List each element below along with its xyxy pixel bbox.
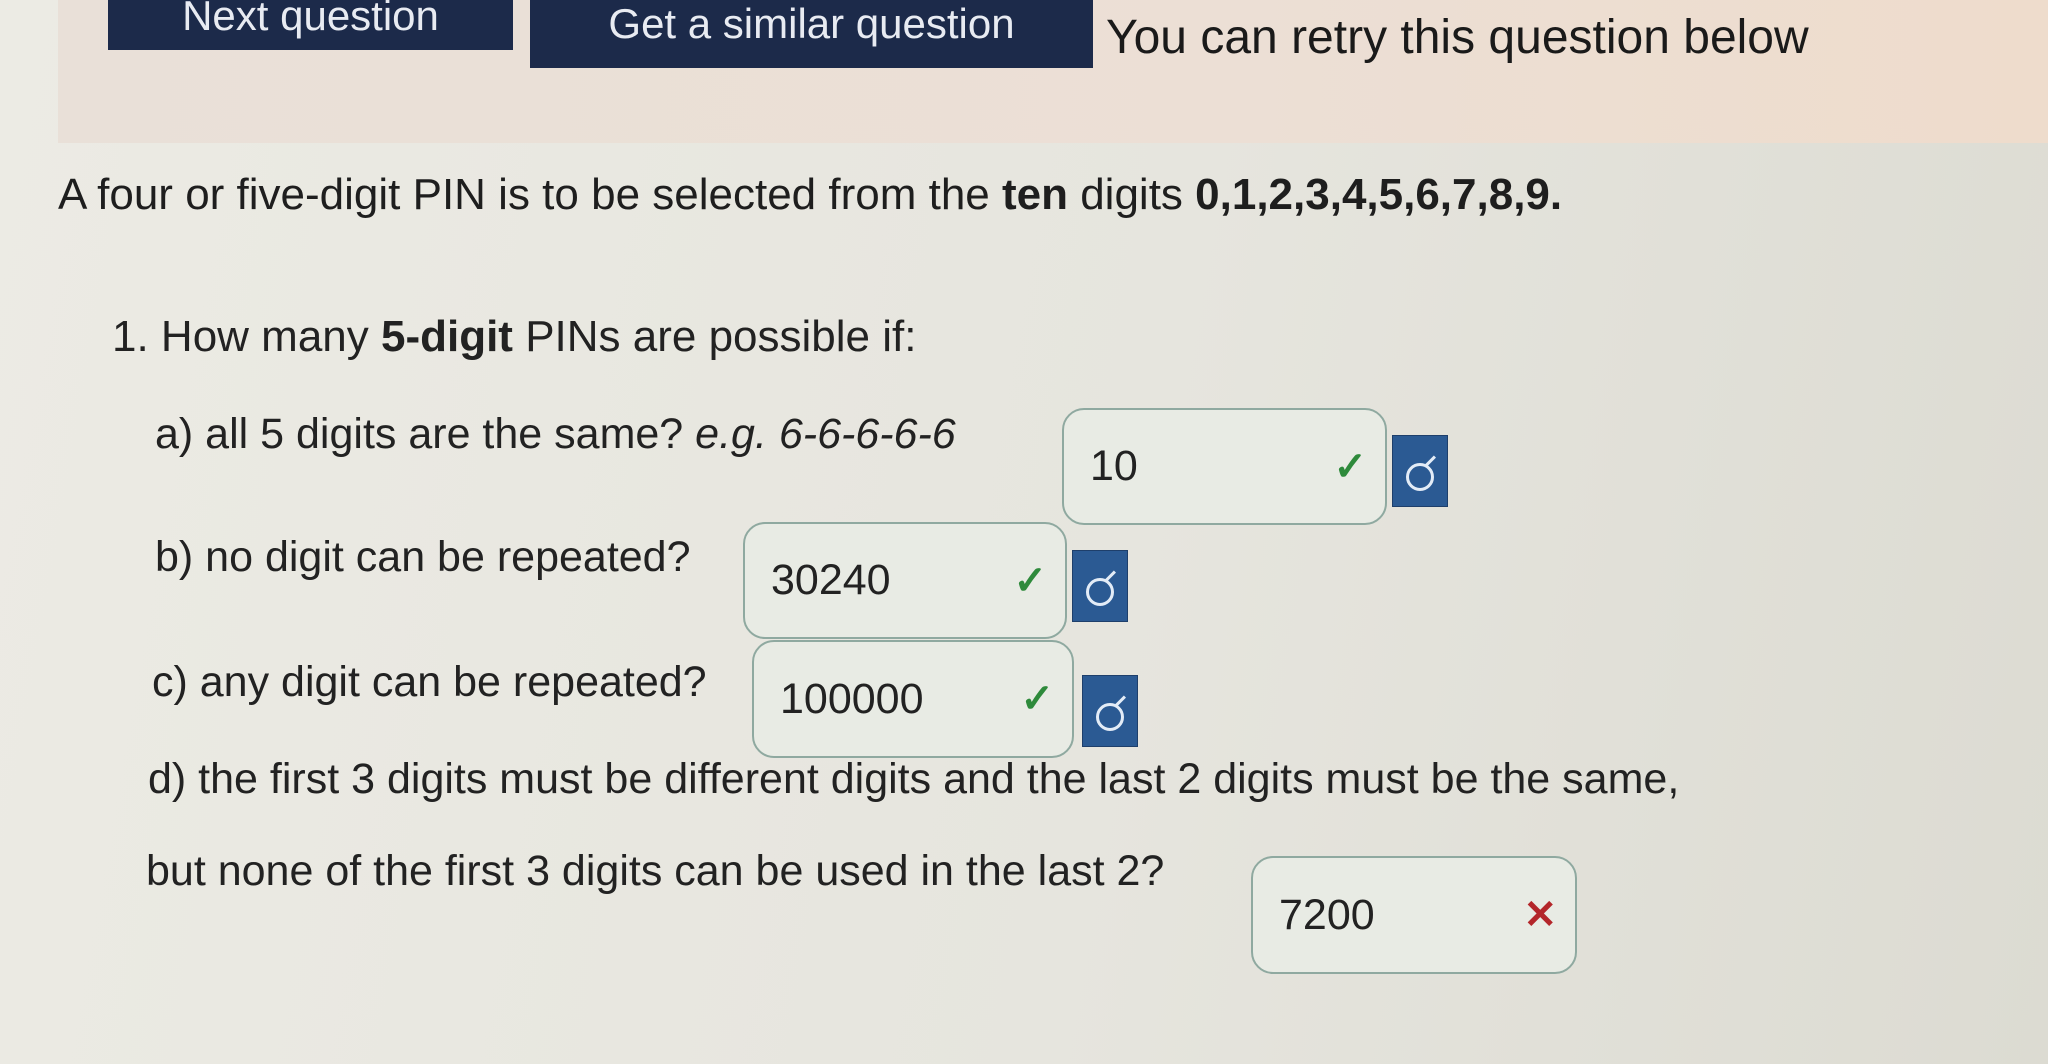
answer-value-b: 30240 bbox=[771, 556, 891, 604]
check-icon: ✓ bbox=[1333, 444, 1367, 489]
part-c-label: c) any digit can be repeated? bbox=[152, 658, 707, 706]
question-stem: A four or five-digit PIN is to be select… bbox=[58, 170, 1562, 220]
answer-input-a[interactable]: 10 ✓ bbox=[1062, 408, 1387, 525]
part-d-label-line1: d) the first 3 digits must be different … bbox=[148, 755, 1680, 803]
retry-note: You can retry this question below bbox=[1106, 11, 1809, 64]
cross-icon: ✕ bbox=[1523, 893, 1557, 937]
answer-value-d: 7200 bbox=[1279, 890, 1375, 939]
key-icon bbox=[1406, 463, 1434, 491]
answer-input-b[interactable]: 30240 ✓ bbox=[743, 522, 1067, 639]
question-heading: 1. How many 5-digit PINs are possible if… bbox=[112, 312, 916, 362]
stem-mid: digits bbox=[1067, 170, 1196, 219]
heading-prefix: 1. How many bbox=[112, 312, 381, 361]
answer-value-a: 10 bbox=[1090, 442, 1138, 490]
part-d-label-line2: but none of the first 3 digits can be us… bbox=[146, 847, 1165, 895]
key-icon bbox=[1086, 578, 1114, 606]
key-button-b[interactable] bbox=[1072, 550, 1128, 622]
heading-bold: 5-digit bbox=[380, 312, 513, 361]
key-icon bbox=[1096, 703, 1124, 731]
part-a-text: a) all 5 digits are the same? bbox=[155, 410, 696, 458]
answer-input-d[interactable]: 7200 ✕ bbox=[1251, 856, 1577, 974]
key-button-a[interactable] bbox=[1392, 435, 1448, 507]
part-a-label: a) all 5 digits are the same? e.g. 6-6-6… bbox=[155, 410, 956, 459]
key-button-c[interactable] bbox=[1082, 675, 1138, 747]
check-icon: ✓ bbox=[1013, 558, 1047, 603]
similar-question-button[interactable]: Get a similar question bbox=[530, 0, 1093, 68]
stem-digits: 0,1,2,3,4,5,6,7,8,9. bbox=[1195, 170, 1563, 219]
next-question-button[interactable]: Next question bbox=[108, 0, 513, 50]
stem-bold-ten: ten bbox=[1001, 170, 1068, 219]
check-icon: ✓ bbox=[1020, 677, 1054, 721]
part-b-label: b) no digit can be repeated? bbox=[155, 533, 691, 581]
answer-value-c: 100000 bbox=[780, 674, 924, 723]
answer-input-c[interactable]: 100000 ✓ bbox=[752, 640, 1074, 758]
heading-suffix: PINs are possible if: bbox=[512, 312, 917, 361]
stem-prefix: A four or five-digit PIN is to be select… bbox=[58, 170, 1002, 219]
part-a-example: e.g. 6-6-6-6-6 bbox=[695, 410, 956, 458]
